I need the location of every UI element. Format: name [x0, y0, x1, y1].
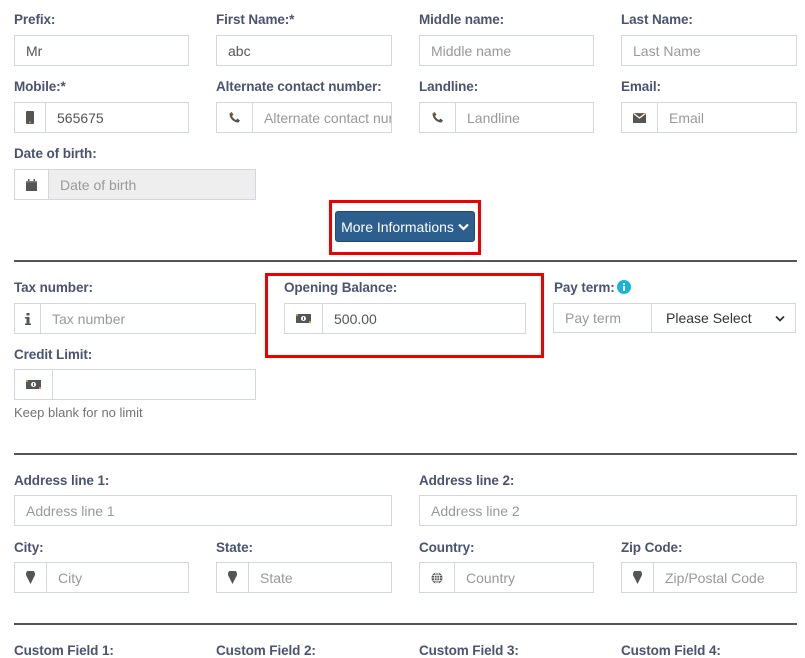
- last-name-field[interactable]: [621, 35, 797, 66]
- more-informations-label: More Informations: [341, 218, 454, 235]
- city-field[interactable]: [14, 562, 189, 593]
- dob-label: Date of birth:: [14, 146, 97, 161]
- more-informations-button[interactable]: More Informations: [335, 211, 475, 242]
- landline-label: Landline:: [419, 79, 479, 94]
- email-label: Email:: [621, 79, 661, 94]
- map-marker-icon: [217, 563, 249, 592]
- mobile-input[interactable]: [46, 103, 188, 132]
- address-line2-label: Address line 2:: [419, 473, 515, 488]
- alternate-contact-input[interactable]: [253, 103, 391, 132]
- first-name-field[interactable]: [216, 35, 392, 66]
- zip-code-input[interactable]: [654, 563, 796, 592]
- alternate-contact-field[interactable]: [216, 102, 392, 133]
- prefix-field[interactable]: [14, 35, 189, 66]
- last-name-input[interactable]: [622, 36, 796, 65]
- email-input[interactable]: [658, 103, 796, 132]
- custom-field-2-label: Custom Field 2:: [216, 643, 316, 658]
- opening-balance-label: Opening Balance:: [284, 280, 398, 295]
- pay-term-select-value: Please Select: [666, 310, 752, 326]
- prefix-label: Prefix:: [14, 12, 56, 27]
- state-input[interactable]: [249, 563, 391, 592]
- opening-balance-field[interactable]: [284, 303, 526, 334]
- prefix-input[interactable]: [15, 36, 188, 65]
- custom-field-3-label: Custom Field 3:: [419, 643, 519, 658]
- alternate-contact-label: Alternate contact number:: [216, 79, 382, 94]
- phone-icon: [420, 103, 456, 132]
- first-name-label: First Name:*: [216, 12, 295, 27]
- calendar-icon: [15, 170, 49, 199]
- country-field[interactable]: [419, 562, 594, 593]
- landline-field[interactable]: [419, 102, 594, 133]
- pay-term-field[interactable]: [553, 303, 652, 333]
- email-field[interactable]: [621, 102, 797, 133]
- credit-limit-input[interactable]: [53, 370, 255, 399]
- dob-field[interactable]: [14, 169, 256, 200]
- tax-number-field[interactable]: [14, 303, 256, 334]
- country-label: Country:: [419, 540, 475, 555]
- zip-code-label: Zip Code:: [621, 540, 683, 555]
- mobile-label: Mobile:*: [14, 79, 66, 94]
- credit-limit-field[interactable]: [14, 369, 256, 400]
- pay-term-input[interactable]: [554, 304, 651, 332]
- info-circle-icon[interactable]: [617, 280, 631, 294]
- country-input[interactable]: [455, 563, 593, 592]
- pay-term-label: Pay term:: [554, 280, 615, 295]
- section-divider: [14, 260, 797, 262]
- address-line1-field[interactable]: [14, 495, 392, 526]
- envelope-icon: [622, 103, 658, 132]
- credit-limit-help: Keep blank for no limit: [14, 405, 143, 420]
- section-divider: [14, 623, 797, 625]
- chevron-down-icon: [458, 223, 469, 231]
- map-marker-icon: [15, 563, 47, 592]
- pay-term-type-select[interactable]: Please Select: [651, 303, 796, 333]
- money-icon: [15, 370, 53, 399]
- custom-field-4-label: Custom Field 4:: [621, 643, 721, 658]
- credit-limit-label: Credit Limit:: [14, 347, 93, 362]
- address-line2-input[interactable]: [420, 496, 796, 525]
- last-name-label: Last Name:: [621, 12, 693, 27]
- map-marker-icon: [622, 563, 654, 592]
- chevron-down-icon: [775, 315, 785, 322]
- info-icon: [15, 304, 41, 333]
- landline-input[interactable]: [456, 103, 593, 132]
- opening-balance-input[interactable]: [323, 304, 525, 333]
- tax-number-label: Tax number:: [14, 280, 93, 295]
- first-name-input[interactable]: [217, 36, 391, 65]
- dob-input[interactable]: [49, 170, 255, 199]
- middle-name-field[interactable]: [419, 35, 594, 66]
- middle-name-label: Middle name:: [419, 12, 505, 27]
- tax-number-input[interactable]: [41, 304, 255, 333]
- zip-code-field[interactable]: [621, 562, 797, 593]
- state-field[interactable]: [216, 562, 392, 593]
- mobile-field[interactable]: [14, 102, 189, 133]
- state-label: State:: [216, 540, 253, 555]
- city-input[interactable]: [47, 563, 188, 592]
- address-line1-label: Address line 1:: [14, 473, 110, 488]
- mobile-icon: [15, 103, 46, 132]
- city-label: City:: [14, 540, 44, 555]
- globe-icon: [420, 563, 455, 592]
- section-divider: [14, 453, 797, 455]
- phone-icon: [217, 103, 253, 132]
- address-line2-field[interactable]: [419, 495, 797, 526]
- money-icon: [285, 304, 323, 333]
- address-line1-input[interactable]: [15, 496, 391, 525]
- middle-name-input[interactable]: [420, 36, 593, 65]
- custom-field-1-label: Custom Field 1:: [14, 643, 114, 658]
